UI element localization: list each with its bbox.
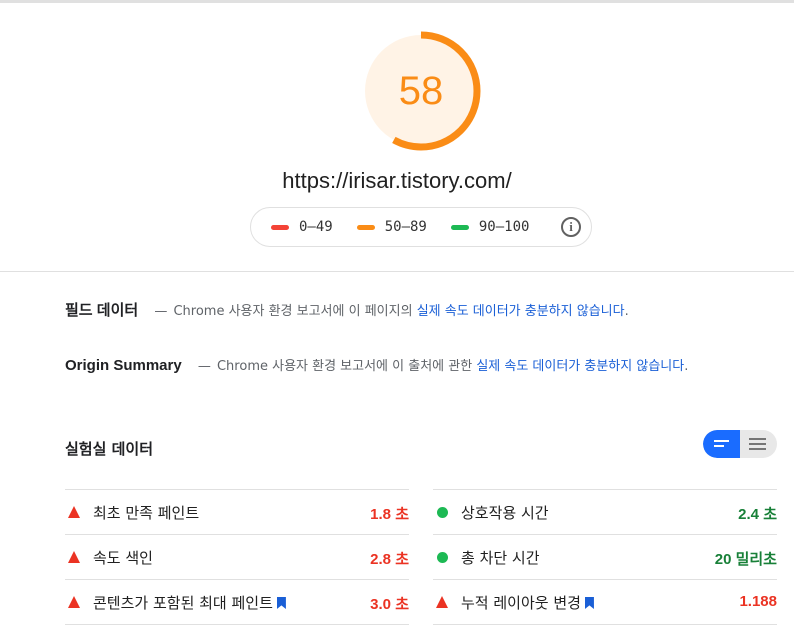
field-data-row: 필드 데이터 — Chrome 사용자 환경 보고서에 이 페이지의 실제 속도… — [65, 299, 629, 320]
legend-fail-label: 0–49 — [299, 219, 333, 235]
performance-score-gauge: 58 — [361, 31, 481, 151]
lab-data-title: 실험실 데이터 — [65, 440, 154, 458]
field-data-title: 필드 데이터 — [65, 302, 139, 319]
origin-summary-row: Origin Summary — Chrome 사용자 환경 보고서에 이 출처… — [65, 355, 688, 374]
field-data-text: Chrome 사용자 환경 보고서에 이 페이지의 — [173, 304, 413, 319]
metric-row: 최초 만족 페인트 1.8 초 — [65, 489, 409, 534]
metric-row: 총 차단 시간 20 밀리초 — [433, 534, 777, 579]
metric-value: 2.8 초 — [370, 551, 409, 568]
metric-row: 콘텐츠가 포함된 최대 페인트 3.0 초 — [65, 579, 409, 625]
info-icon[interactable]: i — [561, 217, 581, 237]
section-divider — [0, 271, 794, 272]
legend-item-average: 50–89 — [356, 219, 427, 235]
legend-item-pass: 90–100 — [450, 219, 530, 235]
field-data-period: . — [624, 304, 629, 319]
metric-label: 최초 만족 페인트 — [93, 504, 200, 522]
fail-triangle-icon — [68, 596, 80, 608]
score-legend: 0–49 50–89 90–100 i — [250, 207, 592, 247]
legend-fail-swatch — [271, 224, 289, 230]
metric-value: 1.8 초 — [370, 506, 409, 523]
origin-summary-period: . — [684, 359, 689, 374]
pass-circle-icon — [437, 552, 448, 563]
pass-circle-icon — [437, 507, 448, 518]
metric-value: 20 밀리초 — [714, 551, 777, 568]
metric-label: 콘텐츠가 포함된 최대 페인트 — [93, 592, 286, 613]
page-url: https://irisar.tistory.com/ — [282, 168, 512, 193]
metric-row: 상호작용 시간 2.4 초 — [433, 489, 777, 534]
field-data-dash: — — [154, 304, 168, 319]
metric-label: 속도 색인 — [93, 549, 153, 567]
top-divider — [0, 0, 794, 3]
metric-row: 속도 색인 2.8 초 — [65, 534, 409, 579]
bookmark-icon — [584, 597, 594, 609]
metric-value: 1.188 — [739, 593, 777, 610]
origin-summary-title: Origin Summary — [65, 357, 182, 374]
metric-value: 3.0 초 — [370, 596, 409, 613]
fail-triangle-icon — [68, 551, 80, 563]
legend-average-swatch — [356, 224, 375, 230]
legend-pass-label: 90–100 — [478, 219, 530, 235]
legend-average-label: 50–89 — [384, 219, 427, 235]
origin-summary-link[interactable]: 실제 속도 데이터가 충분하지 않습니다 — [476, 359, 684, 374]
bookmark-icon — [276, 597, 286, 609]
score-value: 58 — [398, 69, 444, 113]
metric-label: 상호작용 시간 — [461, 504, 549, 522]
metric-value: 2.4 초 — [738, 506, 777, 523]
legend-item-fail: 0–49 — [271, 219, 333, 235]
metric-label: 총 차단 시간 — [461, 549, 540, 567]
fail-triangle-icon — [68, 506, 80, 518]
fail-triangle-icon — [436, 596, 448, 608]
metric-row: 누적 레이아웃 변경 1.188 — [433, 579, 777, 625]
origin-summary-text: Chrome 사용자 환경 보고서에 이 출처에 관한 — [216, 359, 473, 374]
origin-summary-dash: — — [197, 359, 211, 374]
field-data-link[interactable]: 실제 속도 데이터가 충분하지 않습니다 — [417, 304, 625, 319]
metrics-view-toggle[interactable] — [703, 430, 777, 458]
metric-label: 누적 레이아웃 변경 — [461, 592, 594, 613]
list-compact-icon[interactable] — [703, 430, 740, 458]
legend-pass-swatch — [450, 224, 469, 230]
